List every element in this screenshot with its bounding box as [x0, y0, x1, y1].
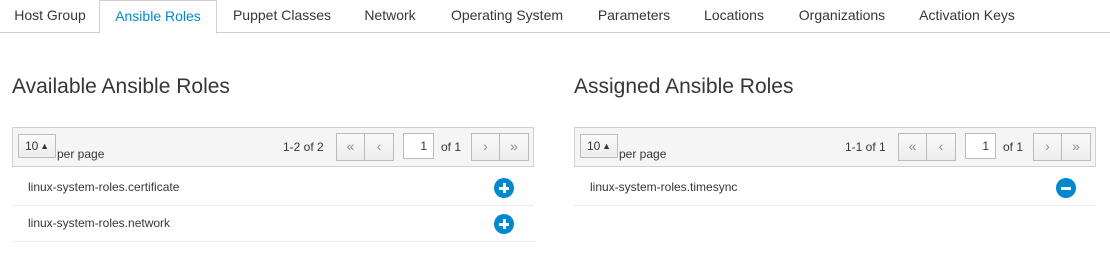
caret-up-icon: ▲ — [40, 141, 49, 151]
list-item: linux-system-roles.certificate — [12, 170, 534, 206]
tab-organizations[interactable]: Organizations — [781, 0, 903, 33]
pagination-range: 1-1 of 1 — [845, 140, 886, 154]
role-name: linux-system-roles.timesync — [590, 180, 738, 194]
per-page-label: per page — [619, 147, 667, 161]
last-page-button[interactable]: » — [500, 133, 529, 161]
available-roles-title: Available Ansible Roles — [12, 75, 230, 98]
pagination-prev-group: « ‹ — [898, 133, 956, 161]
next-page-button[interactable]: › — [471, 133, 500, 161]
tab-locations[interactable]: Locations — [687, 0, 781, 33]
role-name: linux-system-roles.network — [28, 216, 171, 230]
pagination-next-group: › » — [1033, 133, 1091, 161]
total-pages: of 1 — [441, 140, 462, 154]
pagination-range: 1-2 of 2 — [283, 140, 324, 154]
minus-circle-icon[interactable] — [1056, 178, 1076, 198]
pagination-prev-group: « ‹ — [336, 133, 394, 161]
tab-host-group[interactable]: Host Group — [0, 0, 100, 33]
previous-page-button[interactable]: ‹ — [927, 133, 956, 161]
tab-network[interactable]: Network — [347, 0, 433, 33]
role-name: linux-system-roles.certificate — [28, 180, 180, 194]
list-item: linux-system-roles.network — [12, 206, 534, 242]
per-page-label: per page — [57, 147, 105, 161]
caret-up-icon: ▲ — [602, 141, 611, 151]
last-page-button[interactable]: » — [1062, 133, 1091, 161]
per-page-value: 10 — [587, 139, 601, 153]
tab-operating-system[interactable]: Operating System — [433, 0, 581, 33]
previous-page-button[interactable]: ‹ — [365, 133, 394, 161]
plus-circle-icon[interactable] — [494, 214, 514, 234]
tab-ansible-roles[interactable]: Ansible Roles — [99, 0, 217, 34]
tab-puppet-classes[interactable]: Puppet Classes — [217, 0, 347, 33]
assigned-roles-title: Assigned Ansible Roles — [574, 75, 794, 98]
available-pagination-toolbar: 10 ▲ per page 1-2 of 2 « ‹ of 1 › » — [12, 127, 534, 167]
plus-circle-icon[interactable] — [494, 178, 514, 198]
per-page-value: 10 — [25, 139, 39, 153]
tab-bar: Host Group Ansible Roles Puppet Classes … — [0, 0, 1110, 34]
page-number-input[interactable] — [965, 133, 996, 159]
page-number-input[interactable] — [403, 133, 434, 159]
next-page-button[interactable]: › — [1033, 133, 1062, 161]
per-page-select[interactable]: 10 ▲ — [580, 134, 618, 158]
tab-activation-keys[interactable]: Activation Keys — [903, 0, 1031, 33]
list-item: linux-system-roles.timesync — [574, 170, 1096, 206]
assigned-pagination-toolbar: 10 ▲ per page 1-1 of 1 « ‹ of 1 › » — [574, 127, 1096, 167]
tab-parameters[interactable]: Parameters — [581, 0, 687, 33]
pagination-next-group: › » — [471, 133, 529, 161]
per-page-select[interactable]: 10 ▲ — [18, 134, 56, 158]
first-page-button[interactable]: « — [898, 133, 927, 161]
total-pages: of 1 — [1003, 140, 1024, 154]
first-page-button[interactable]: « — [336, 133, 365, 161]
